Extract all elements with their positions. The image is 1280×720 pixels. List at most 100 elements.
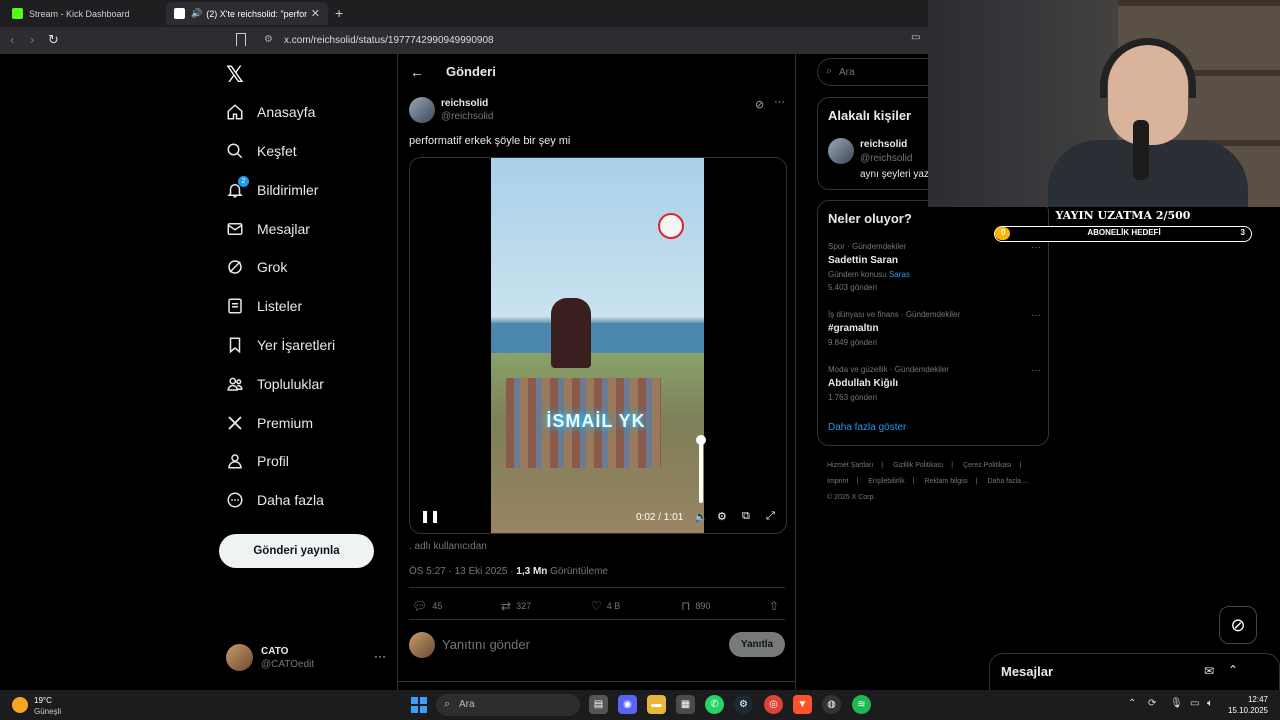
bookmark-page-icon[interactable] [236,33,246,46]
trend-item[interactable]: Moda ve güzellik · Gündemdekiler Abdulla… [828,365,1041,402]
cast-icon[interactable]: ▭ [911,32,920,43]
weather-temp: 19°C [34,696,52,705]
more-dots-icon[interactable]: ··· [1031,365,1041,376]
file-explorer-icon[interactable]: ▬ [647,695,666,714]
nav-item-lists[interactable]: Listeler [226,291,302,321]
more-dots-icon[interactable]: ··· [374,649,386,663]
fullscreen-icon[interactable]: ⤢ [766,510,775,523]
taskbar-search[interactable]: ⌕ Ara [436,694,580,716]
chevron-up-icon[interactable]: ⌃ [1228,663,1238,677]
close-tab-icon[interactable]: ✕ [311,7,320,20]
share-button[interactable]: ⇧ [769,599,784,613]
nav-item-bookmarks[interactable]: Yer İşaretleri [226,330,335,360]
back-arrow-icon[interactable]: ← [410,64,424,80]
person-name[interactable]: reichsolid [860,139,907,150]
footer-link[interactable]: Reklam bilgisi [925,478,968,485]
store-icon[interactable]: ▦ [676,695,695,714]
steam-icon[interactable]: ⚙ [734,695,753,714]
chevron-up-icon[interactable]: ⌃ [1128,698,1136,709]
volume-icon[interactable]: 🔈 [694,510,708,523]
source-user-text[interactable]: . adlı kullanıcıdan [409,541,487,552]
bookmark-icon: ⊓ [681,599,691,613]
like-button[interactable]: ♡ 4 B [591,599,620,613]
footer-link[interactable]: Çerez Politikası [963,462,1012,469]
tab-kick-dashboard[interactable]: Stream - Kick Dashboard [4,2,166,25]
new-tab-button[interactable]: + [335,5,343,21]
account-switcher[interactable]: CATO @CATOedit ··· [226,643,386,673]
trend-item[interactable]: İş dünyası ve finans · Gündemdekiler #gr… [828,310,1041,347]
reply-input[interactable]: Yanıtını gönder [442,637,530,652]
post-timestamp[interactable]: ÖS 5:27 · 13 Eki 2025 · [409,566,516,577]
nav-item-explore[interactable]: Keşfet [226,136,297,166]
footer-link[interactable]: Erişilebilirlik [868,478,905,485]
settings-gear-icon[interactable]: ⚙ [717,510,727,523]
url-field[interactable]: ⚙ x.com/reichsolid/status/19777429909499… [256,31,936,50]
nav-item-communities[interactable]: Topluluklar [226,369,324,399]
trend-context-link[interactable]: Saras [889,270,910,279]
avatar[interactable] [828,138,854,164]
chrome-icon[interactable]: ◎ [764,695,783,714]
microphone-icon[interactable]: 🎙︎ [1170,698,1183,709]
pip-icon[interactable]: ⧉ [742,510,750,523]
post-button[interactable]: Gönderi yayınla [219,534,374,568]
footer-link[interactable]: Gizlilik Politikası [893,462,943,469]
spotify-icon[interactable]: ≋ [852,695,871,714]
repost-button[interactable]: ⇄ 327 [501,599,531,613]
more-dots-icon[interactable]: ··· [1031,242,1041,253]
video-player[interactable]: İSMAİL YK ❚❚ 0:02 / 1:01 🔈 ⚙ ⧉ ⤢ [409,157,787,534]
trend-item[interactable]: Spor · Gündemdekiler Sadettin Saran Günd… [828,242,1041,292]
whatsapp-icon[interactable]: ✆ [705,695,724,714]
author-avatar[interactable] [409,97,435,123]
grok-explain-icon[interactable]: ⊘ [755,98,764,111]
more-dots-icon[interactable]: ··· [1031,310,1041,321]
bookmark-icon [226,336,244,354]
x-logo-icon[interactable]: 𝕏 [226,62,244,88]
network-icon[interactable]: ▭ [1190,698,1199,709]
more-circle-icon [226,491,244,509]
nav-item-home[interactable]: Anasayfa [226,97,315,127]
site-info-icon[interactable]: ⚙ [264,34,273,45]
tab-x-post[interactable]: 🔊 (2) X'te reichsolid: "performat ✕ [166,2,328,25]
webcam-microphone [1133,120,1149,180]
reload-icon[interactable]: ↻ [48,32,59,48]
footer-link[interactable]: Daha fazla ... [988,478,1029,485]
messages-drawer[interactable]: Mesajlar ✉ ⌃ [989,653,1280,694]
bookmark-button[interactable]: ⊓ 890 [681,599,710,613]
person-icon [226,452,244,470]
forward-arrow-icon[interactable]: › [30,32,34,47]
grok-fab-icon[interactable]: ⊘ [1219,606,1257,644]
video-controls: ❚❚ 0:02 / 1:01 🔈 ⚙ ⧉ ⤢ [410,505,786,533]
discord-icon[interactable]: ◉ [618,695,637,714]
nav-item-profile[interactable]: Profil [226,446,289,476]
windows-start-icon[interactable] [411,697,427,713]
author-name[interactable]: reichsolid [441,98,488,109]
volume-slider[interactable] [696,435,706,503]
nav-label: Bildirimler [257,182,319,198]
system-clock[interactable]: 12:47 15.10.2025 [1222,694,1268,716]
trend-context-prefix: Gündem konusu [828,270,889,279]
video-frame[interactable]: İSMAİL YK [491,158,704,533]
nav-item-premium[interactable]: Premium [226,408,313,438]
show-more-link[interactable]: Daha fazla göster [828,422,906,433]
nav-item-more[interactable]: Daha fazla [226,485,324,515]
reply-button[interactable]: 💬︎ 45 [412,599,442,613]
footer-link[interactable]: Imprint [827,478,848,485]
obs-icon[interactable]: ◍ [822,695,841,714]
new-message-icon[interactable]: ✉ [1204,664,1214,678]
author-handle[interactable]: @reichsolid [441,111,493,122]
nav-item-notifications[interactable]: 2 Bildirimler [226,175,318,205]
volume-icon[interactable]: 🔈︎ [1207,698,1213,709]
weather-widget[interactable]: 19°C Güneşli [12,694,92,716]
person-handle[interactable]: @reichsolid [860,153,912,164]
back-arrow-icon[interactable]: ‹ [10,32,14,47]
brave-icon[interactable]: ▼ [793,695,812,714]
reply-submit-button[interactable]: Yanıtla [729,632,785,657]
more-dots-icon[interactable]: ··· [774,96,785,108]
nav-item-messages[interactable]: Mesajlar [226,214,310,244]
footer-link[interactable]: Hizmet Şartları [827,462,873,469]
volume-knob[interactable] [696,435,706,445]
pause-icon[interactable]: ❚❚ [420,509,440,523]
sync-icon[interactable]: ⟳ [1148,698,1156,709]
task-view-icon[interactable]: ▤ [589,695,608,714]
nav-item-grok[interactable]: Grok [226,252,287,282]
